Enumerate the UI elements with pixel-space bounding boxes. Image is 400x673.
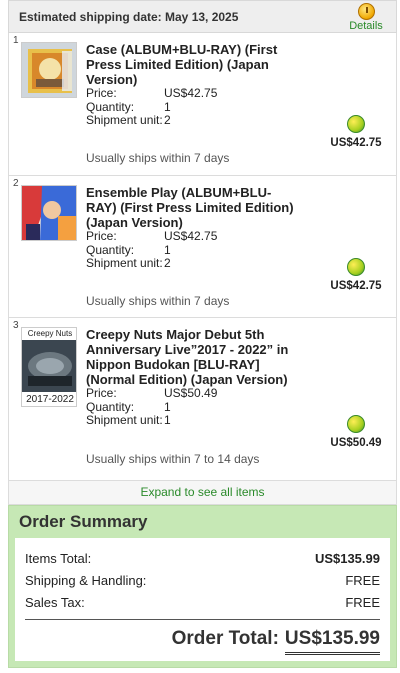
quantity-label: Quantity:	[86, 99, 135, 114]
order-summary: Order Summary Items Total: US$135.99 Shi…	[8, 505, 397, 668]
items-total-label: Items Total:	[25, 551, 92, 566]
line-total: US$42.75	[330, 137, 382, 149]
product-image[interactable]: Creepy Nuts 2017-2022	[21, 327, 77, 407]
cover-year-text: 2017-2022	[26, 394, 74, 405]
line-total: US$42.75	[330, 280, 382, 292]
price-value: US$42.75	[164, 86, 218, 100]
details-label: Details	[349, 20, 383, 32]
quantity-value: 1	[164, 399, 171, 414]
item-index: 1	[13, 35, 19, 46]
cover-artist-text: Creepy Nuts	[27, 329, 73, 338]
earth-points-icon	[347, 115, 365, 133]
quantity-value: 1	[164, 99, 171, 114]
product-title[interactable]: Ensemble Play (ALBUM+BLU-RAY) (First Pre…	[86, 185, 301, 230]
shipment-unit-label: Shipment unit:	[86, 113, 163, 127]
order-summary-box: Items Total: US$135.99 Shipping & Handli…	[15, 538, 390, 661]
details-link[interactable]: Details	[348, 3, 384, 32]
price-label: Price:	[86, 386, 117, 400]
expand-items-link[interactable]: Expand to see all items	[8, 481, 397, 505]
ships-within-text: Usually ships within 7 to 14 days	[86, 452, 260, 466]
cart-panel: Estimated shipping date: May 13, 2025 De…	[8, 0, 397, 668]
quantity-value: 1	[164, 242, 171, 257]
order-total-label: Order Total:	[171, 628, 279, 649]
product-image[interactable]	[21, 185, 77, 241]
item-index: 2	[13, 178, 19, 189]
shipment-unit-label: Shipment unit:	[86, 413, 163, 427]
product-title[interactable]: Creepy Nuts Major Debut 5th Anniversary …	[86, 327, 301, 387]
quantity-label: Quantity:	[86, 242, 135, 257]
shipment-unit-value: 2	[164, 113, 171, 127]
earth-points-icon	[347, 258, 365, 276]
sales-tax-value: FREE	[345, 595, 380, 610]
cart-item: 1 Case (ALBUM+BLU-RAY) (First Press Limi…	[8, 33, 397, 176]
clock-icon	[357, 3, 375, 20]
price-label: Price:	[86, 86, 117, 100]
shipment-unit-value: 1	[164, 413, 171, 427]
price-value: US$50.49	[164, 386, 218, 400]
ships-within-text: Usually ships within 7 days	[86, 294, 230, 308]
shipping-header: Estimated shipping date: May 13, 2025 De…	[8, 0, 397, 33]
summary-divider	[25, 619, 380, 620]
shipping-label: Shipping & Handling:	[25, 573, 147, 588]
shipping-value: FREE	[345, 573, 380, 588]
sales-tax-label: Sales Tax:	[25, 595, 85, 610]
shipment-unit-value: 2	[164, 256, 171, 270]
product-image[interactable]	[21, 42, 77, 98]
ships-within-text: Usually ships within 7 days	[86, 151, 230, 165]
price-value: US$42.75	[164, 229, 218, 243]
estimated-shipping-date: Estimated shipping date: May 13, 2025	[19, 9, 239, 24]
quantity-label: Quantity:	[86, 399, 135, 414]
order-total-value: US$135.99	[284, 626, 380, 655]
cart-item: 2 Ensemble Play (ALBUM+BLU-RAY) (First P…	[8, 176, 397, 318]
order-total: Order Total: US$135.99	[25, 626, 380, 655]
price-label: Price:	[86, 229, 117, 243]
earth-points-icon	[347, 415, 365, 433]
order-summary-title: Order Summary	[19, 512, 148, 531]
cart-item: 3 Creepy Nuts 2017-2022 Creepy Nuts Majo…	[8, 318, 397, 481]
product-title[interactable]: Case (ALBUM+BLU-RAY) (First Press Limite…	[86, 42, 301, 87]
item-index: 3	[13, 320, 19, 331]
shipment-unit-label: Shipment unit:	[86, 256, 163, 270]
line-total: US$50.49	[330, 437, 382, 449]
items-total-value: US$135.99	[314, 551, 380, 566]
